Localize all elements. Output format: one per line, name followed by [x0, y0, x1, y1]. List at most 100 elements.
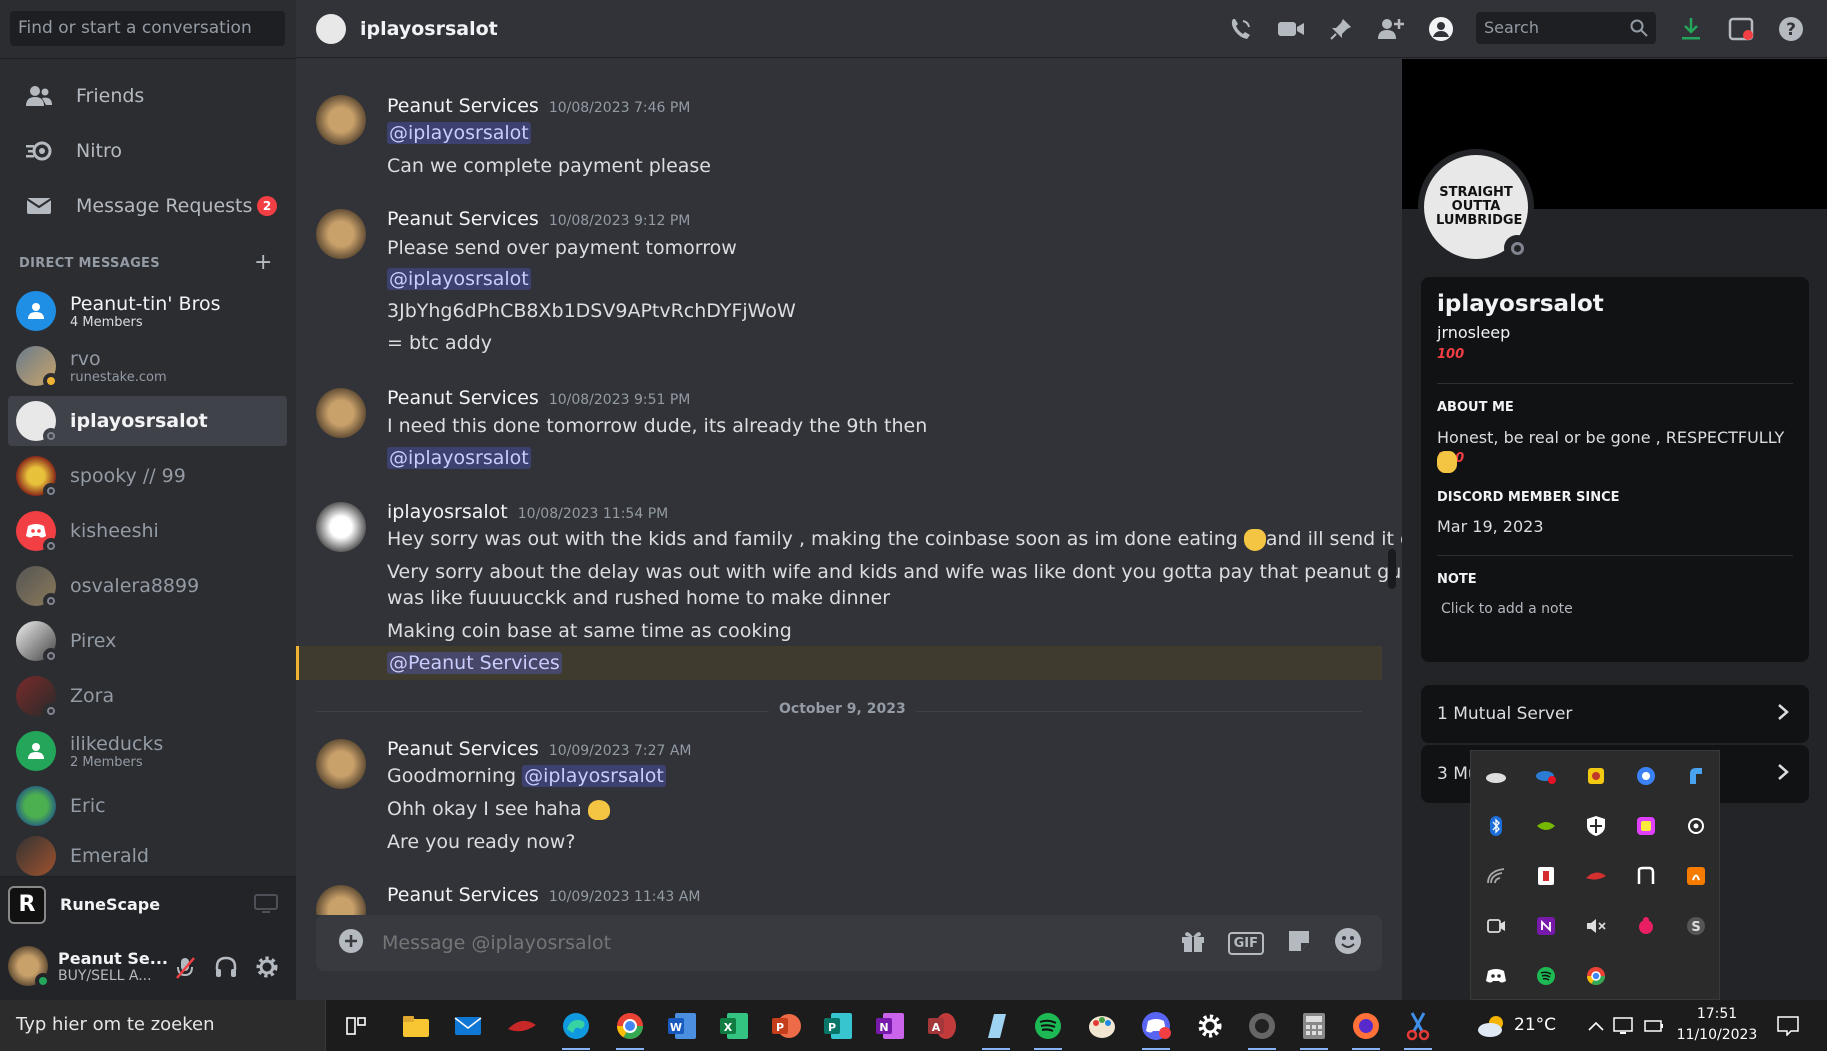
excel-icon[interactable]: X — [716, 1008, 752, 1044]
settings-icon[interactable] — [1192, 1008, 1228, 1044]
profile-avatar[interactable]: STRAIGHT OUTTA LUMBRIDGE — [1418, 149, 1534, 265]
message-avatar[interactable] — [316, 95, 366, 145]
user-mention[interactable]: @iplayosrsalot — [387, 268, 531, 290]
security-app-icon[interactable] — [1584, 764, 1608, 788]
mail-icon[interactable] — [450, 1008, 486, 1044]
headphones-icon[interactable] — [214, 956, 238, 982]
chrome-profile-icon[interactable] — [612, 1008, 648, 1050]
weather-temperature[interactable]: 21°C — [1514, 1015, 1556, 1035]
gift-icon[interactable] — [1180, 928, 1206, 958]
user-mention[interactable]: @iplayosrsalot — [522, 765, 666, 787]
bug-app-icon[interactable] — [1634, 914, 1658, 938]
header-search-input[interactable]: Search — [1476, 12, 1656, 44]
skype-icon[interactable]: S — [1684, 914, 1708, 938]
notepad-icon[interactable] — [978, 1008, 1014, 1050]
inbox-icon[interactable] — [1726, 14, 1756, 44]
battery-icon[interactable] — [1636, 1008, 1672, 1044]
mute-mic-icon[interactable] — [174, 956, 196, 984]
message-composer[interactable]: GIF — [316, 915, 1382, 971]
settings-gear-icon[interactable] — [255, 955, 279, 983]
screen-share-icon[interactable] — [254, 894, 278, 918]
edge-browser-icon[interactable] — [558, 1008, 594, 1050]
nav-message-requests[interactable]: Message Requests 2 — [8, 181, 287, 231]
find-conversation-button[interactable]: Find or start a conversation — [10, 11, 285, 46]
file-explorer-icon[interactable] — [398, 1008, 434, 1044]
user-profile-icon[interactable] — [1426, 14, 1456, 44]
pen-app-icon[interactable] — [1684, 764, 1708, 788]
message-list[interactable]: Peanut Services 10/08/2023 7:46 PM @ipla… — [296, 59, 1402, 915]
meet-now-icon[interactable] — [1484, 914, 1508, 938]
firefox-icon[interactable] — [1348, 1008, 1384, 1050]
dm-item-active[interactable]: iplayosrsalot — [8, 396, 287, 446]
spotify-tray-icon[interactable] — [1534, 964, 1558, 988]
onenote-icon[interactable]: N — [872, 1008, 908, 1044]
java-app-icon[interactable] — [1684, 864, 1708, 888]
onedrive-error-icon[interactable] — [1534, 764, 1558, 788]
camera-app-icon[interactable] — [1684, 814, 1708, 838]
message-avatar[interactable] — [316, 885, 366, 915]
word-icon[interactable]: W — [664, 1008, 700, 1044]
clock-time[interactable]: 17:51 — [1672, 1006, 1762, 1022]
add-friends-to-dm-icon[interactable] — [1376, 14, 1406, 44]
volume-muted-icon[interactable] — [1584, 914, 1608, 938]
user-mention[interactable]: @iplayosrsalot — [387, 447, 531, 469]
paint-icon[interactable] — [1084, 1008, 1120, 1044]
dm-item[interactable]: Zora — [8, 671, 287, 721]
notification-center-icon[interactable] — [1770, 1008, 1806, 1044]
discord-tray-icon[interactable] — [1484, 964, 1508, 988]
onedrive-icon[interactable] — [1484, 764, 1508, 788]
dm-item[interactable]: ilikeducks 2 Members — [8, 726, 287, 776]
pinned-messages-icon[interactable] — [1326, 14, 1356, 44]
scrollbar-thumb[interactable] — [1388, 549, 1396, 589]
task-view-icon[interactable] — [338, 1008, 374, 1044]
runelite-icon[interactable] — [1244, 1008, 1280, 1050]
nvidia-icon[interactable] — [1534, 814, 1558, 838]
video-call-icon[interactable] — [1276, 14, 1306, 44]
windows-security-icon[interactable] — [1584, 814, 1608, 838]
dm-item[interactable]: rvo runestake.com — [8, 341, 287, 391]
message-author[interactable]: Peanut Services — [387, 387, 539, 409]
sticker-icon[interactable] — [1286, 928, 1312, 958]
emoji-picker-icon[interactable] — [1334, 927, 1362, 959]
dm-item[interactable]: Peanut-tin' Bros 4 Members — [8, 286, 287, 336]
create-dm-plus-icon[interactable]: + — [254, 250, 272, 275]
message-avatar[interactable] — [316, 388, 366, 438]
message-avatar[interactable] — [316, 209, 366, 259]
gif-button[interactable]: GIF — [1227, 931, 1264, 955]
message-author[interactable]: Peanut Services — [387, 884, 539, 906]
dm-item[interactable]: Emerald — [8, 836, 287, 876]
gaming-app-icon[interactable] — [504, 1008, 540, 1044]
download-icon[interactable] — [1676, 14, 1706, 44]
nav-friends[interactable]: Friends — [8, 71, 287, 121]
message-author[interactable]: Peanut Services — [387, 208, 539, 230]
antivirus-icon[interactable] — [1534, 864, 1558, 888]
dm-item[interactable]: osvalera8899 — [8, 561, 287, 611]
dm-item[interactable]: Eric — [8, 781, 287, 831]
sync-app-icon[interactable] — [1634, 764, 1658, 788]
message-avatar[interactable] — [316, 739, 366, 789]
spotify-icon[interactable] — [1030, 1008, 1066, 1050]
attach-plus-icon[interactable] — [338, 928, 364, 958]
discord-taskbar-icon[interactable] — [1138, 1008, 1174, 1050]
message-author[interactable]: iplayosrsalot — [387, 501, 508, 523]
publisher-icon[interactable]: P — [820, 1008, 856, 1044]
calculator-icon[interactable] — [1296, 1008, 1332, 1050]
taskbar-search-input[interactable]: Typ hier om te zoeken — [0, 1000, 326, 1051]
color-app-icon[interactable] — [1634, 814, 1658, 838]
access-icon[interactable]: A — [924, 1008, 960, 1044]
n-app-icon[interactable] — [1634, 864, 1658, 888]
voice-call-icon[interactable] — [1226, 14, 1256, 44]
message-author[interactable]: Peanut Services — [387, 738, 539, 760]
onenote-icon[interactable] — [1534, 914, 1558, 938]
user-avatar[interactable] — [8, 946, 51, 989]
help-icon[interactable]: ? — [1776, 14, 1806, 44]
nav-nitro[interactable]: Nitro — [8, 126, 287, 176]
user-mention[interactable]: @Peanut Services — [387, 652, 562, 674]
mutual-servers-button[interactable]: 1 Mutual Server — [1421, 685, 1809, 743]
dm-item[interactable]: Pirex — [8, 616, 287, 666]
wifi-signal-icon[interactable] — [1484, 864, 1508, 888]
message-input[interactable] — [382, 932, 1180, 954]
clock-date[interactable]: 11/10/2023 — [1672, 1027, 1762, 1043]
message-avatar[interactable] — [316, 502, 366, 552]
bluetooth-icon[interactable] — [1484, 814, 1508, 838]
